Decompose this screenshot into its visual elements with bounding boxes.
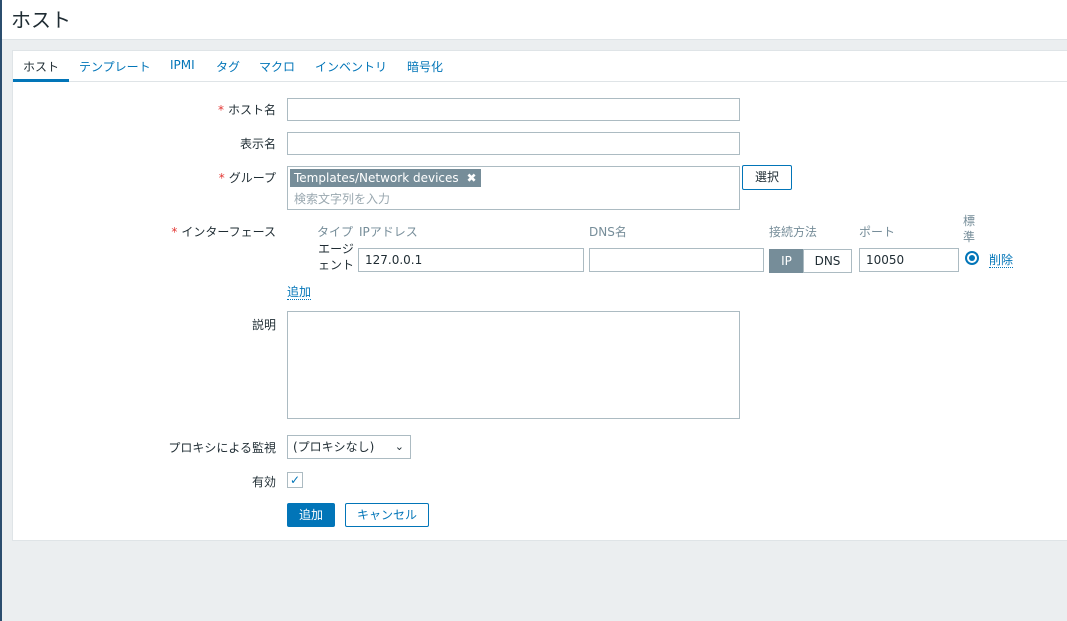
cancel-button[interactable]: キャンセル [345,503,429,527]
tab-macros[interactable]: マクロ [259,58,295,75]
page-header: ホスト [2,0,1067,40]
interfaces-label: * インターフェース [171,225,276,239]
tab-templates[interactable]: テンプレート [79,58,151,75]
add-button[interactable]: 追加 [287,503,335,527]
proxy-label: プロキシによる監視 [168,441,276,455]
col-connect-header: 接続方法 [769,225,818,239]
col-port-header: ポート [859,225,896,239]
enabled-checkbox[interactable]: ✓ [287,472,303,488]
required-marker: * [218,171,225,185]
connect-ip-toggle[interactable]: IP [769,249,804,273]
col-type-header: タイプ [317,225,354,239]
interface-ip-input[interactable] [358,248,584,272]
required-marker: * [217,103,224,117]
proxy-select[interactable]: (プロキシなし) ⌄ [287,435,411,459]
enabled-label: 有効 [251,475,276,489]
add-interface-link[interactable]: 追加 [287,285,312,300]
host-name-input[interactable] [287,98,740,121]
connect-dns-toggle[interactable]: DNS [803,249,852,273]
groups-multiselect[interactable]: Templates/Network devices ✖ 検索文字列を入力 [287,166,740,210]
interface-type-label: エージェント [317,242,354,272]
required-marker: * [171,225,178,239]
close-icon[interactable]: ✖ [466,171,476,185]
page-title: ホスト [11,8,71,32]
col-dns-header: DNS名 [589,225,627,239]
active-tab-indicator [13,79,69,82]
description-label: 説明 [251,318,276,332]
tab-encryption[interactable]: 暗号化 [407,58,443,75]
groups-search-placeholder[interactable]: 検索文字列を入力 [294,190,390,207]
description-textarea[interactable] [287,311,740,419]
host-name-label: * ホスト名 [217,103,276,117]
col-ip-header: IPアドレス [359,225,418,239]
form-panel: ホスト テンプレート IPMI タグ マクロ インベントリ 暗号化 * ホスト名 … [12,50,1067,541]
default-interface-radio-icon[interactable] [965,251,979,265]
left-edge [0,0,2,621]
remove-interface-link[interactable]: 削除 [989,253,1014,268]
visible-name-label: 表示名 [239,137,276,151]
group-chip: Templates/Network devices ✖ [290,169,481,187]
tab-bar: ホスト テンプレート IPMI タグ マクロ インベントリ 暗号化 [13,51,1067,82]
visible-name-input[interactable] [287,132,740,155]
groups-label: * グループ [218,171,276,185]
tab-inventory[interactable]: インベントリ [315,58,387,75]
tab-host[interactable]: ホスト [23,58,59,75]
check-icon: ✓ [289,473,301,487]
tab-ipmi[interactable]: IPMI [170,58,195,72]
tab-tags[interactable]: タグ [216,58,240,75]
col-default-header: 標準 [963,214,976,244]
interface-port-input[interactable] [859,248,959,272]
interface-dns-input[interactable] [589,248,764,272]
select-groups-button[interactable]: 選択 [742,165,792,190]
chevron-down-icon: ⌄ [394,440,404,453]
